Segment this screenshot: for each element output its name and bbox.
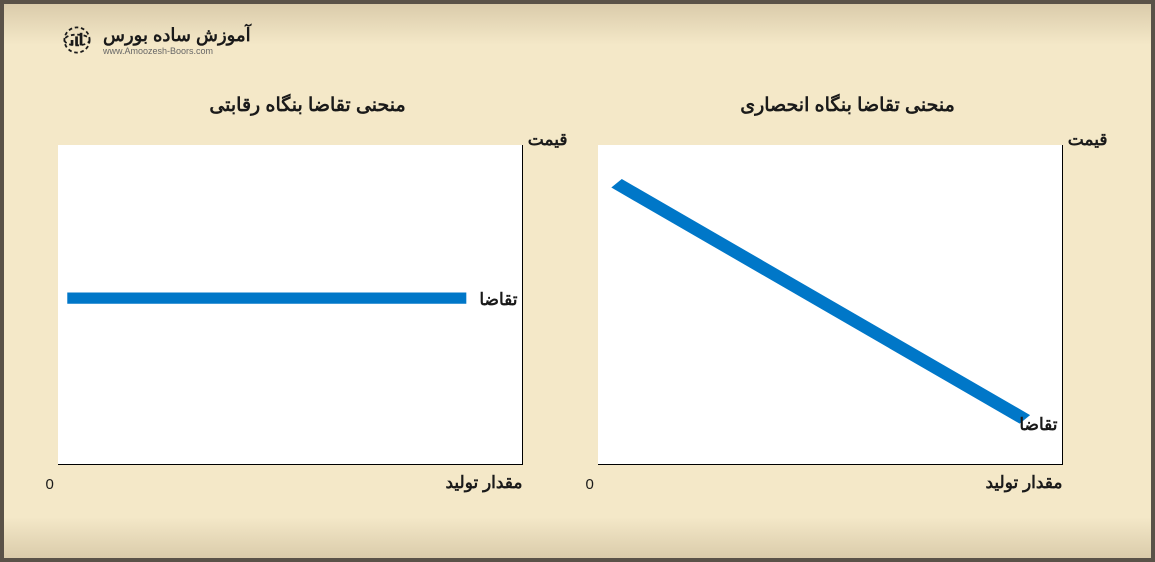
chart-title: منحنی تقاضا بنگاه انحصاری [740,94,955,117]
charts-container: منحنی تقاضا بنگاه انحصاری قیمت تقاضا مقد… [4,4,1151,558]
plot-box [58,145,523,465]
origin-label: 0 [586,476,594,493]
demand-label: تقاضا [1019,415,1057,435]
plot-area-monopoly: قیمت تقاضا مقدار تولید 0 [588,135,1108,495]
brand-logo: آموزش ساده بورس www.Amoozesh-Boors.com [59,22,251,58]
chart-competitive: منحنی تقاضا بنگاه رقابتی قیمت تقاضا مقدا… [48,94,568,528]
plot-box [598,145,1063,465]
plot-area-competitive: قیمت تقاضا مقدار تولید 0 [48,135,568,495]
y-axis-label: قیمت [528,130,568,150]
demand-label: تقاضا [479,290,517,310]
logo-subtitle: www.Amoozesh-Boors.com [103,46,251,56]
chart-title: منحنی تقاضا بنگاه رقابتی [209,94,405,117]
demand-curve-svg [58,145,522,464]
chart-monopoly: منحنی تقاضا بنگاه انحصاری قیمت تقاضا مقد… [588,94,1108,528]
x-axis-label: مقدار تولید [985,473,1062,493]
origin-label: 0 [46,476,54,493]
demand-curve-svg [598,145,1062,464]
logo-title: آموزش ساده بورس [103,25,251,46]
globe-chart-icon [59,22,95,58]
y-axis-label: قیمت [1068,130,1108,150]
demand-line [616,183,1024,419]
x-axis-label: مقدار تولید [445,473,522,493]
